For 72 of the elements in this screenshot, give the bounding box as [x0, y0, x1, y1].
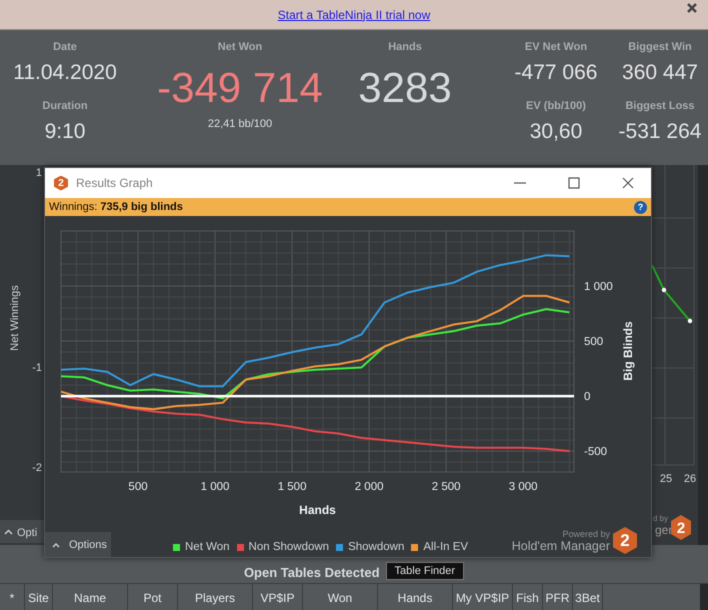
table-finder-button[interactable]: Table Finder	[386, 562, 464, 580]
options-button[interactable]: Options	[45, 532, 111, 557]
column-header[interactable]: Hands	[378, 584, 453, 610]
stat-label: EV (bb/100)	[526, 99, 586, 113]
brand-name: Hold'em Manager	[512, 538, 610, 552]
stat-value: 11.04.2020	[13, 60, 117, 86]
x-tick-label: 1 000	[200, 481, 230, 493]
axis-label: 25	[660, 473, 672, 485]
stat-label: EV Net Won	[524, 40, 588, 54]
stat-value: -349 714	[157, 63, 323, 113]
caret-icon	[4, 530, 12, 534]
scrollbar	[700, 584, 708, 610]
axis-label: 1	[36, 167, 42, 179]
y-tick-label: 500	[584, 336, 604, 348]
column-header[interactable]: Players	[178, 584, 253, 610]
options-label: Opti	[17, 527, 38, 539]
window-title: Results Graph	[76, 176, 153, 190]
column-header[interactable]: VP$IP	[253, 584, 303, 610]
axis-title: Net Winnings	[9, 285, 21, 351]
y-tick-label: -500	[584, 446, 608, 458]
x-tick-label: 500	[128, 481, 148, 493]
stat-label: Biggest Loss	[625, 99, 695, 113]
legend-label: All-In EV	[423, 541, 468, 553]
column-header[interactable]: *	[0, 584, 25, 610]
app-logo: 2	[671, 515, 691, 540]
column-header[interactable]: Name	[53, 584, 128, 610]
column-header[interactable]: PFR	[543, 584, 573, 610]
axis-label: 26	[684, 473, 696, 485]
branding-text: ger	[655, 523, 672, 537]
axis-title: Hands	[299, 503, 336, 516]
stat-label: Hands	[388, 40, 422, 54]
options-bar	[0, 520, 44, 543]
stat-label: Date	[53, 40, 77, 54]
axis-title: Big Blinds	[621, 321, 635, 381]
legend-label: Non Showdown	[248, 541, 330, 553]
powered-by-text: Powered by	[562, 528, 610, 538]
trial-link[interactable]: Start a TableNinja II trial now	[278, 8, 430, 22]
caret-icon	[52, 542, 60, 548]
stat-label: Duration	[42, 99, 88, 113]
legend-label: Net Won	[185, 541, 230, 553]
section-heading: Open Tables Detected	[244, 565, 380, 580]
winnings-text: Winnings: 735,9 big blinds	[49, 201, 183, 213]
stat-value: -477 066	[514, 60, 598, 86]
stat-label: Biggest Win	[628, 40, 692, 54]
close-icon[interactable]	[686, 2, 698, 14]
column-header[interactable]: Site	[25, 584, 53, 610]
stat-note: 22,41 bb/100	[208, 117, 272, 131]
stat-label: Net Won	[218, 40, 262, 54]
axis-label: -2	[32, 462, 42, 474]
x-tick-label: 2 500	[432, 481, 461, 493]
branding-text: d by	[652, 514, 668, 523]
column-header[interactable]: Fish	[513, 584, 543, 610]
column-header[interactable]: Won	[303, 584, 378, 610]
column-header[interactable]: My VP$IP	[453, 584, 513, 610]
stat-value: -531 264	[618, 119, 702, 145]
x-tick-label: 1 500	[278, 481, 306, 493]
stat-value: 30,60	[530, 119, 582, 145]
stat-value: 3283	[358, 63, 452, 113]
help-button[interactable]: ?	[634, 200, 647, 214]
y-tick-label: 0	[584, 391, 590, 404]
legend-label: Showdown	[348, 541, 404, 553]
stat-value: 9:10	[44, 119, 86, 145]
x-tick-label: 2 000	[354, 481, 384, 493]
app-logo: 2	[54, 176, 68, 190]
stat-value: 360 447	[622, 60, 698, 86]
line-drawing	[651, 264, 692, 324]
y-tick-label: 1 000	[584, 281, 613, 294]
axis-label: -1	[32, 362, 42, 374]
column-header[interactable]: Pot	[128, 584, 178, 610]
x-tick-label: 3 000	[508, 481, 538, 493]
app-logo: 2	[613, 527, 637, 554]
column-header[interactable]: 3Bet	[573, 584, 603, 610]
